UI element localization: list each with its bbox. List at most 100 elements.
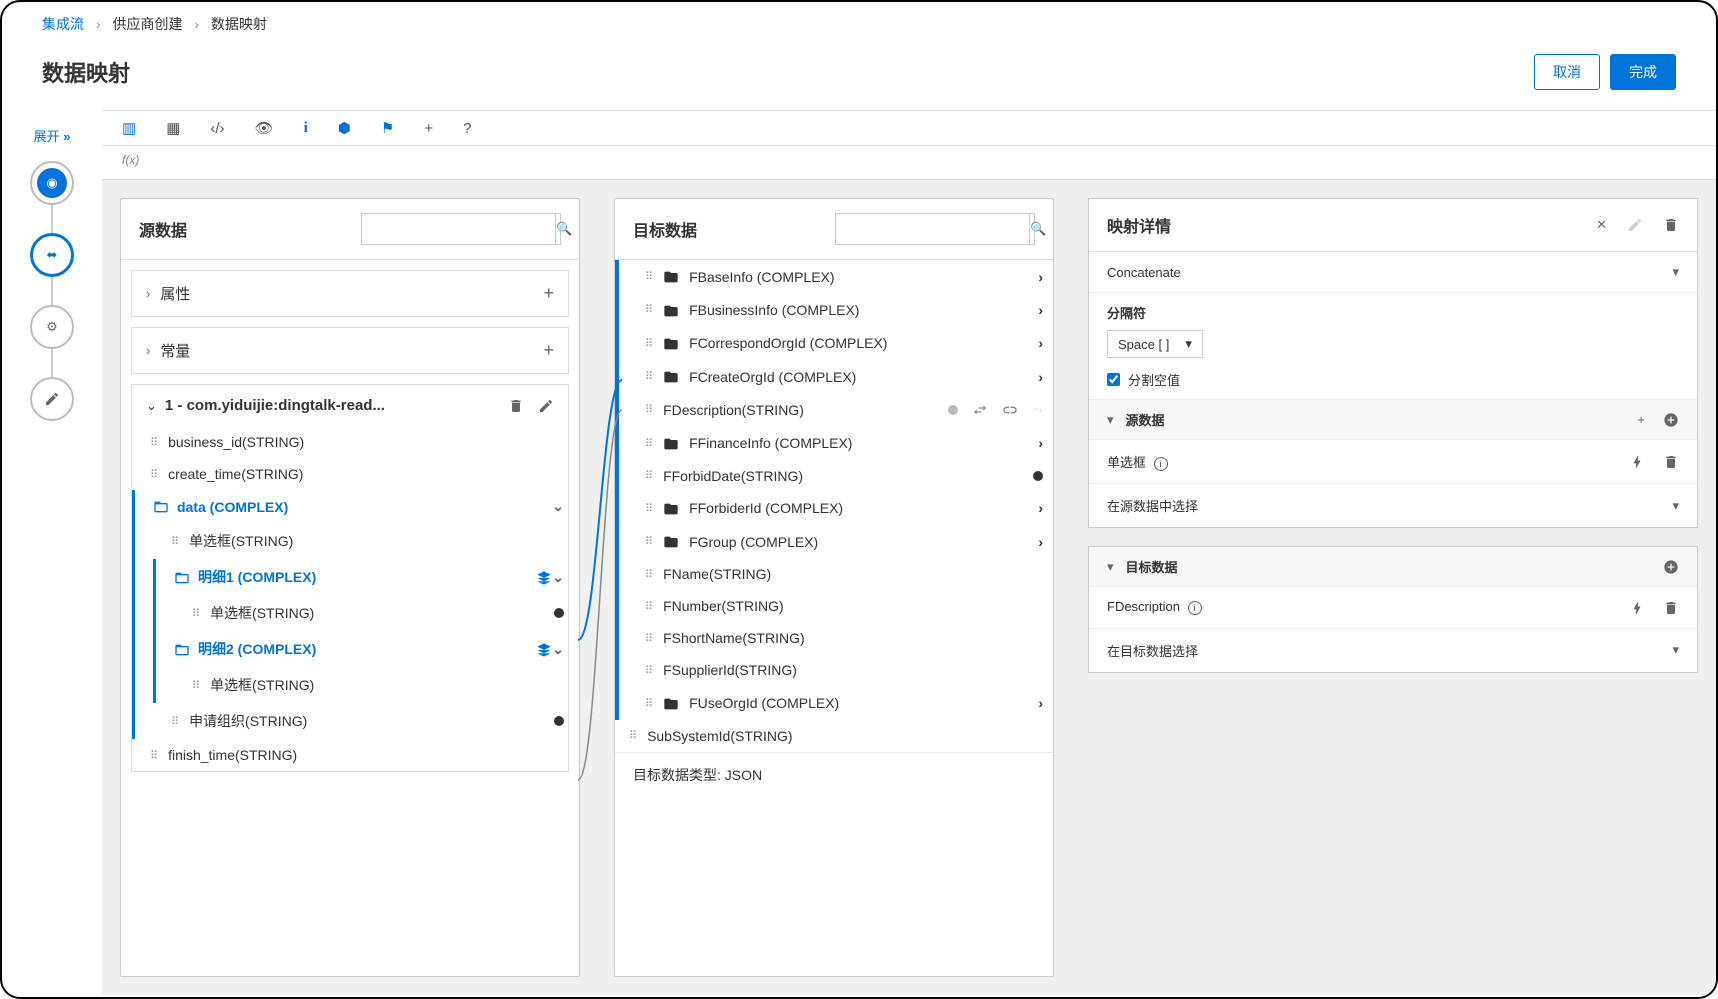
drag-icon[interactable]: ⠿ xyxy=(645,370,651,383)
drag-icon[interactable]: ⠿ xyxy=(645,535,651,548)
target-select[interactable]: 在目标数据选择 ▾ xyxy=(1089,628,1697,672)
chevron-right-icon[interactable]: › xyxy=(1038,500,1043,516)
tree-item[interactable]: ⠿FNumber(STRING) xyxy=(619,590,1053,622)
bolt-icon[interactable] xyxy=(1629,599,1645,616)
add-icon[interactable]: + xyxy=(543,283,554,304)
drag-icon[interactable]: ⠿ xyxy=(150,436,156,449)
sitemap-icon[interactable]: ⬢ xyxy=(338,119,351,137)
attributes-section[interactable]: › 属性 + xyxy=(131,270,569,317)
tree-item[interactable]: ⠿ 单选框(STRING) xyxy=(156,667,568,703)
split-null-checkbox[interactable] xyxy=(1107,373,1120,386)
columns-icon[interactable]: ▥ xyxy=(122,119,136,137)
drag-icon[interactable]: ⠿ xyxy=(645,469,651,482)
tree-item[interactable]: ⠿FName(STRING) xyxy=(619,558,1053,590)
tree-item[interactable]: ⠿ 申请组织(STRING) xyxy=(135,703,568,739)
breadcrumb-link-flow[interactable]: 集成流 xyxy=(42,16,84,32)
details-target-item[interactable]: FDescription i xyxy=(1089,587,1697,628)
info-icon[interactable]: i xyxy=(1188,601,1202,615)
close-icon[interactable]: ✕ xyxy=(1596,217,1607,233)
drag-icon[interactable]: ⠿ xyxy=(645,632,651,645)
tree-item[interactable]: ⠿SubSystemId(STRING) xyxy=(615,720,1053,752)
tree-item-mingxi1[interactable]: 明细1 (COMPLEX) ⌄ xyxy=(156,559,568,595)
source-search-input[interactable] xyxy=(362,222,555,237)
swap-icon[interactable] xyxy=(972,401,988,418)
tree-item[interactable]: ⠿FShortName(STRING) xyxy=(619,622,1053,654)
details-source-item[interactable]: 单选框 i xyxy=(1089,440,1697,483)
tree-item[interactable]: ⠿ 单选框(STRING) xyxy=(135,523,568,559)
delete-icon[interactable] xyxy=(1663,599,1679,616)
unlink-icon[interactable] xyxy=(1002,401,1018,418)
delimiter-select[interactable]: Space [ ] ▾ xyxy=(1107,330,1203,358)
drag-icon[interactable]: ⠿ xyxy=(192,679,198,692)
bolt-icon[interactable] xyxy=(1629,453,1645,470)
tree-item[interactable]: ⠿ business_id(STRING) xyxy=(132,426,568,458)
table-icon[interactable]: ▦ xyxy=(166,119,180,137)
tree-item[interactable]: ⠿FSupplierId(STRING) xyxy=(619,654,1053,686)
drag-icon[interactable]: ⠿ xyxy=(645,600,651,613)
chevron-down-icon[interactable]: ⌄ xyxy=(552,569,564,586)
drag-icon[interactable]: ⠿ xyxy=(645,303,651,316)
target-search[interactable]: 🔍 xyxy=(835,213,1035,245)
code-icon[interactable]: ‹/› xyxy=(210,120,224,137)
drag-icon[interactable]: ⠿ xyxy=(629,729,635,742)
step-3[interactable]: ⚙ xyxy=(30,305,74,349)
tree-item[interactable]: ⠿FGroup (COMPLEX)› xyxy=(619,525,1053,558)
step-2-mapping[interactable]: ⬌ xyxy=(30,233,74,277)
chevron-down-icon[interactable]: ⌄ xyxy=(552,641,564,658)
constants-section[interactable]: › 常量 + xyxy=(131,327,569,374)
drag-icon[interactable]: ⠿ xyxy=(645,502,651,515)
details-source-header[interactable]: ▾ 源数据 + xyxy=(1089,400,1697,440)
edit-icon[interactable] xyxy=(1627,217,1643,234)
add-icon[interactable]: + xyxy=(543,340,554,361)
transform-select[interactable]: Concatenate ▾ xyxy=(1089,252,1697,293)
info-icon[interactable]: i xyxy=(1154,457,1168,471)
step-4[interactable] xyxy=(30,377,74,421)
formula-bar[interactable]: f(x) xyxy=(102,146,1716,180)
step-1[interactable]: ◉ xyxy=(30,161,74,205)
details-target-header[interactable]: ▾ 目标数据 xyxy=(1089,547,1697,587)
delete-icon[interactable] xyxy=(1663,453,1679,470)
delete-icon[interactable] xyxy=(508,397,524,414)
tree-item[interactable]: ⠿FForbiderId (COMPLEX)› xyxy=(619,492,1053,525)
edit-icon[interactable] xyxy=(538,397,554,414)
tree-item[interactable]: ⠿FForbidDate(STRING) xyxy=(619,460,1053,492)
tree-root[interactable]: ⌄ 1 - com.yiduijie:dingtalk-read... xyxy=(132,385,568,426)
chevron-right-icon[interactable]: › xyxy=(1038,695,1043,711)
plus-icon[interactable]: + xyxy=(424,120,433,137)
tree-item[interactable]: ⠿ create_time(STRING) xyxy=(132,458,568,490)
drag-icon[interactable]: ⠿ xyxy=(171,715,177,728)
add-circle-icon[interactable] xyxy=(1663,411,1679,428)
search-icon[interactable]: 🔍 xyxy=(1029,214,1046,244)
target-search-input[interactable] xyxy=(836,222,1029,237)
tree-item[interactable]: ⠿FUseOrgId (COMPLEX)› xyxy=(619,686,1053,719)
drag-icon[interactable]: ⠿ xyxy=(192,607,198,620)
map-icon[interactable]: ⚑ xyxy=(381,119,394,137)
chevron-right-icon[interactable]: › xyxy=(1038,435,1043,451)
drag-icon[interactable]: ⠿ xyxy=(171,535,177,548)
cancel-button[interactable]: 取消 xyxy=(1534,54,1600,90)
tree-item[interactable]: ⠿ 单选框(STRING) xyxy=(156,595,568,631)
tree-item-mingxi2[interactable]: 明细2 (COMPLEX) ⌄ xyxy=(156,631,568,667)
tree-item[interactable]: ⠿FBaseInfo (COMPLEX)› xyxy=(619,260,1053,293)
drag-icon[interactable]: ⠿ xyxy=(645,697,651,710)
drag-icon[interactable]: ⠿ xyxy=(645,664,651,677)
tree-item[interactable]: ⠿ finish_time(STRING) xyxy=(132,739,568,771)
source-search[interactable]: 🔍 xyxy=(361,213,561,245)
add-icon[interactable]: + xyxy=(1637,412,1645,427)
expand-link[interactable]: 展开 » xyxy=(34,126,71,145)
tree-item-data[interactable]: data (COMPLEX) ⌄ xyxy=(135,490,568,523)
flow-icon[interactable]: ⤳ xyxy=(1032,401,1043,418)
delete-icon[interactable] xyxy=(1663,217,1679,234)
drag-icon[interactable]: ⠿ xyxy=(645,403,651,416)
drag-icon[interactable]: ⠿ xyxy=(645,568,651,581)
search-icon[interactable]: 🔍 xyxy=(555,214,572,244)
chevron-right-icon[interactable]: › xyxy=(1038,269,1043,285)
chevron-down-icon[interactable]: ⌄ xyxy=(552,498,564,515)
tree-item[interactable]: ⠿FBusinessInfo (COMPLEX)› xyxy=(619,293,1053,326)
add-circle-icon[interactable] xyxy=(1663,558,1679,575)
drag-icon[interactable]: ⠿ xyxy=(150,749,156,762)
tree-item[interactable]: ⠿FFinanceInfo (COMPLEX)› xyxy=(619,426,1053,459)
tree-item[interactable]: ⠿FCorrespondOrgId (COMPLEX)› xyxy=(619,327,1053,360)
chevron-right-icon[interactable]: › xyxy=(1038,534,1043,550)
chevron-right-icon[interactable]: › xyxy=(1038,335,1043,351)
